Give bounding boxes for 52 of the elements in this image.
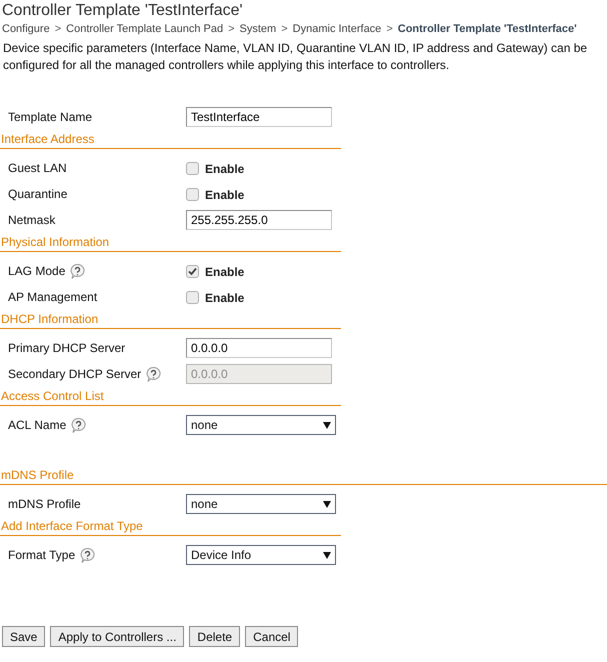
dropdown-arrow-icon (323, 500, 331, 508)
field-label: AP Management (8, 289, 98, 306)
section-heading: DHCP Information (0, 312, 98, 326)
breadcrumb-separator: > (386, 22, 393, 37)
field-label: mDNS Profile (8, 496, 81, 513)
form-button[interactable]: Cancel (245, 626, 298, 647)
checkbox-label: Enable (205, 187, 244, 204)
field-label: LAG Mode (8, 263, 66, 280)
dropdown-arrow-icon (323, 552, 331, 558)
section-heading: mDNS Profile (0, 468, 74, 482)
dropdown-arrow-icon (323, 422, 331, 428)
dropdown[interactable]: none (186, 415, 336, 435)
checkbox-label: Enable (205, 290, 244, 307)
breadcrumb-separator: > (228, 22, 235, 37)
section-heading: Access Control List (0, 389, 104, 403)
checkbox-label: Enable (205, 264, 244, 281)
breadcrumb-item[interactable]: System (240, 21, 276, 37)
checkbox[interactable] (186, 188, 199, 200)
text-field[interactable]: TestInterface (186, 107, 332, 127)
field-label: Template Name (8, 109, 92, 126)
field-label: Secondary DHCP Server (8, 366, 142, 383)
section-heading: Physical Information (0, 235, 110, 249)
form-button[interactable]: Delete (189, 626, 240, 647)
field-label: Netmask (8, 212, 56, 229)
form-button[interactable]: Save (2, 626, 46, 647)
field-label: Primary DHCP Server (8, 340, 126, 357)
description: Device specific parameters (Interface Name, VLAN ID, Quarantine VLAN ID, IP address and Gateway) can be configured for all the managed controllers while applying this interface to controllers. (2, 40, 588, 74)
help-icon[interactable] (70, 416, 88, 434)
breadcrumb-item[interactable]: Controller Template Launch Pad (66, 21, 224, 37)
field-label: ACL Name (8, 417, 66, 434)
help-icon[interactable] (69, 262, 86, 280)
dropdown[interactable]: none (186, 494, 336, 514)
text-field[interactable]: 255.255.255.0 (186, 210, 332, 230)
breadcrumb-item[interactable]: Configure (2, 21, 50, 37)
breadcrumb-separator: > (54, 22, 62, 37)
section-heading: Interface Address (0, 132, 94, 146)
checkbox[interactable] (186, 290, 199, 304)
checkbox[interactable] (186, 264, 199, 278)
breadcrumb-item[interactable]: Dynamic Interface (292, 21, 382, 37)
help-icon[interactable] (79, 546, 96, 564)
dropdown[interactable]: Device Info (186, 545, 336, 565)
page-title: Controller Template 'TestInterface' (1, 1, 244, 21)
section-heading: Add Interface Format Type (0, 519, 143, 533)
checkbox[interactable] (186, 162, 199, 174)
breadcrumb-separator: > (281, 22, 288, 37)
field-label: Quarantine (8, 186, 68, 203)
field-label: Guest LAN (8, 160, 67, 177)
form-button[interactable]: Apply to Controllers ... (50, 626, 184, 647)
breadcrumb-item: Controller Template 'TestInterface' (398, 22, 577, 37)
field-label: Format Type (8, 547, 76, 564)
checkbox-label: Enable (205, 161, 244, 178)
text-field[interactable]: 0.0.0.0 (186, 338, 332, 358)
